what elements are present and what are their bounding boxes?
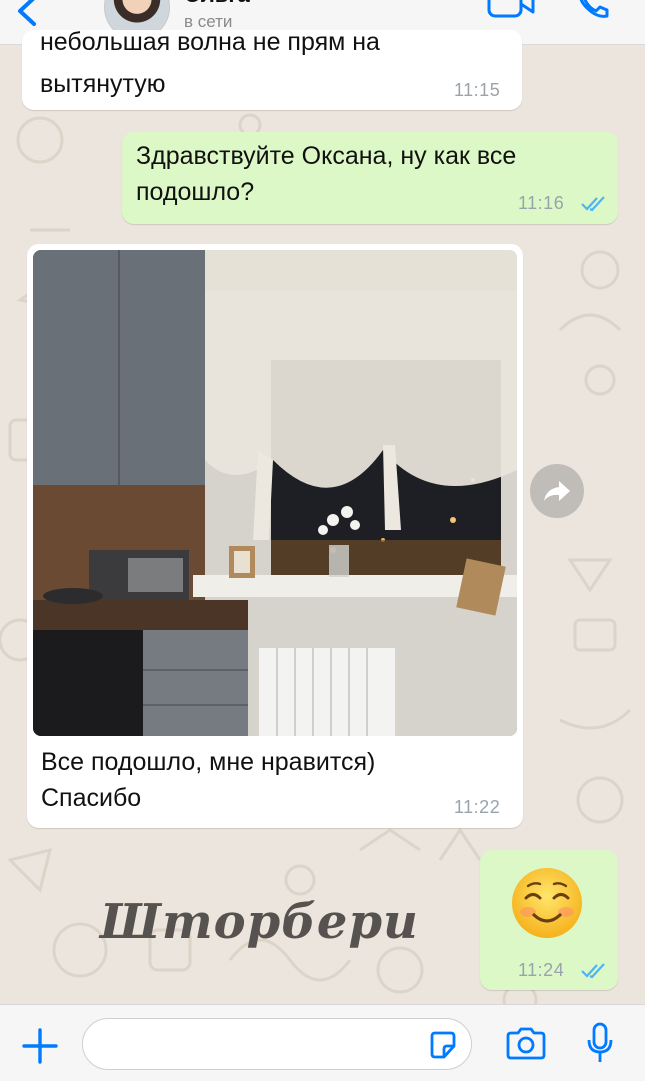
message-input-bar: [0, 1004, 645, 1081]
forward-icon: [544, 481, 570, 501]
sticker-icon[interactable]: [428, 1030, 458, 1060]
message-bubble-photo[interactable]: Все подошло, мне нравится) Спасибо: [27, 244, 523, 828]
phone-icon[interactable]: [575, 0, 611, 22]
message-text-line: небольшая волна не прям на: [40, 30, 380, 56]
smiling-face-emoji: [512, 868, 582, 938]
watermark-logo: Шторбери: [100, 894, 419, 950]
message-input[interactable]: [82, 1018, 472, 1070]
message-time: 11:22: [454, 797, 501, 817]
message-text-line: Спасибо: [41, 784, 142, 812]
camera-icon[interactable]: [504, 1027, 548, 1061]
message-bubble-incoming[interactable]: небольшая волна не прям на вытянутую: [22, 30, 522, 110]
back-icon[interactable]: [14, 0, 40, 28]
message-clip: небольшая волна не прям на вытянутую: [22, 30, 522, 110]
kitchen-window-photo[interactable]: [33, 250, 517, 736]
plus-icon[interactable]: [22, 1028, 58, 1064]
message-text-line: вытянутую: [40, 70, 166, 98]
microphone-icon[interactable]: [586, 1022, 614, 1064]
message-text-block: Все подошло, мне нравится) Спасибо: [41, 744, 501, 816]
message-time: 11:16: [518, 193, 565, 213]
message-text-line: Все подошло, мне нравится): [41, 748, 376, 776]
contact-name[interactable]: Ольга: [184, 0, 250, 8]
forward-button[interactable]: [530, 464, 584, 518]
message-time: 11:15: [454, 80, 501, 100]
video-call-icon[interactable]: [487, 0, 535, 20]
message-time: 11:24: [518, 960, 565, 980]
read-ticks-icon: [581, 963, 605, 979]
contact-status: в сети: [184, 12, 233, 31]
read-ticks-icon: [581, 196, 605, 212]
